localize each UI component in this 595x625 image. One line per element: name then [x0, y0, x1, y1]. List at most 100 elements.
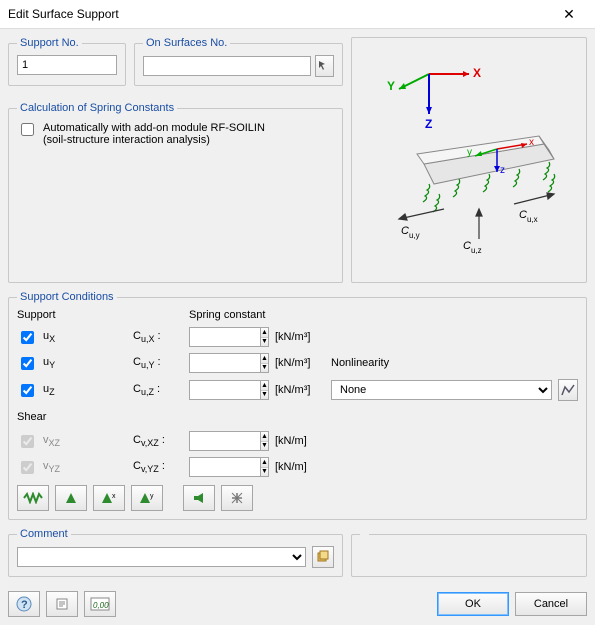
vxz-spin[interactable] [189, 431, 261, 451]
nonlinearity-label: Nonlinearity [331, 357, 578, 369]
nonlinearity-select[interactable]: None [331, 380, 552, 400]
zigzag-icon [23, 492, 43, 504]
rf-soilin-checkbox[interactable] [21, 123, 34, 136]
close-button[interactable]: ✕ [551, 3, 587, 25]
ux-coef: Cu,X : [133, 330, 183, 344]
svg-text:C: C [401, 225, 409, 237]
group-support-no: Support No. [8, 37, 126, 86]
spring-calc-legend: Calculation of Spring Constants [17, 102, 177, 114]
preview-svg: X Y Z [369, 44, 569, 254]
units-button[interactable]: 0,00 [84, 591, 116, 617]
svg-text:x: x [529, 137, 534, 148]
rf-soilin-label: Automatically with add-on module RF-SOIL… [43, 122, 265, 134]
support-preset-1[interactable] [17, 485, 49, 511]
ux-spin[interactable] [189, 327, 261, 347]
triangle-icon [64, 491, 78, 505]
uz-unit: [kN/m³] [275, 384, 325, 396]
vyz-spin[interactable] [189, 457, 261, 477]
ux-row[interactable]: uX [17, 328, 127, 347]
preview-image-group: X Y Z [351, 37, 587, 283]
svg-text:u,y: u,y [409, 231, 420, 240]
support-conditions-legend: Support Conditions [17, 291, 117, 303]
vyz-unit: [kN/m] [275, 461, 325, 473]
uz-coef: Cu,Z : [133, 383, 183, 397]
uz-row[interactable]: uZ [17, 381, 127, 400]
comment-input[interactable] [17, 547, 306, 567]
uy-spin[interactable] [189, 353, 261, 373]
shear-header: Shear [17, 411, 578, 423]
group-on-surfaces: On Surfaces No. [134, 37, 343, 86]
help-icon: ? [16, 596, 32, 612]
support-preset-4[interactable]: y [131, 485, 163, 511]
library-icon [316, 550, 330, 564]
vyz-coef: Cv,YZ : [133, 460, 183, 474]
ux-spinbtns[interactable]: ▲▼ [261, 327, 269, 347]
triangle-x-icon: x [100, 491, 118, 505]
pick-icon [318, 60, 330, 72]
group-comment: Comment [8, 528, 343, 577]
group-support-conditions: Support Conditions Support Spring consta… [8, 291, 587, 520]
vyz-checkbox [21, 461, 34, 474]
support-no-input[interactable] [17, 55, 117, 75]
uy-checkbox[interactable] [21, 357, 34, 370]
uy-row[interactable]: uY [17, 354, 127, 373]
svg-text:X: X [473, 66, 481, 80]
uz-spinbtns[interactable]: ▲▼ [261, 380, 269, 400]
units-icon: 0,00 [90, 597, 110, 611]
spring-header: Spring constant [189, 309, 325, 321]
notes-icon [55, 597, 69, 611]
support-preset-5[interactable] [183, 485, 215, 511]
support-no-legend: Support No. [17, 37, 82, 49]
comment-library-button[interactable] [312, 546, 334, 568]
triangle-y-icon: y [138, 491, 156, 505]
svg-text:Z: Z [425, 117, 432, 131]
pick-surfaces-button[interactable] [315, 55, 334, 77]
group-spring-calc: Calculation of Spring Constants Automati… [8, 102, 343, 283]
svg-text:y: y [150, 493, 154, 500]
svg-text:z: z [500, 165, 505, 176]
svg-text:u,x: u,x [527, 215, 538, 224]
svg-text:y: y [467, 147, 472, 158]
comment-legend: Comment [17, 528, 71, 540]
rf-soilin-checkbox-row[interactable]: Automatically with add-on module RF-SOIL… [17, 122, 334, 146]
uz-spin[interactable] [189, 380, 261, 400]
svg-text:Y: Y [387, 79, 395, 93]
vxz-unit: [kN/m] [275, 435, 325, 447]
on-surfaces-input[interactable] [143, 56, 311, 76]
support-preset-6[interactable] [221, 485, 253, 511]
nonlinearity-edit-icon [561, 383, 575, 397]
help-button[interactable]: ? [8, 591, 40, 617]
support-preset-2[interactable] [55, 485, 87, 511]
speaker-icon [192, 491, 206, 505]
group-empty-right [351, 528, 587, 577]
svg-text:C: C [519, 209, 527, 221]
vxz-row: vXZ [17, 432, 127, 451]
vxz-coef: Cv,XZ : [133, 434, 183, 448]
svg-text:u,z: u,z [471, 246, 482, 254]
support-preset-3[interactable]: x [93, 485, 125, 511]
on-surfaces-legend: On Surfaces No. [143, 37, 230, 49]
vxz-spinbtns[interactable]: ▲▼ [261, 431, 269, 451]
cross-arrows-icon [230, 491, 244, 505]
ux-unit: [kN/m³] [275, 331, 325, 343]
cancel-button[interactable]: Cancel [515, 592, 587, 616]
svg-text:x: x [112, 493, 116, 500]
uz-checkbox[interactable] [21, 384, 34, 397]
ux-checkbox[interactable] [21, 331, 34, 344]
support-header: Support [17, 309, 127, 321]
uy-coef: Cu,Y : [133, 356, 183, 370]
nonlinearity-edit-button[interactable] [558, 379, 578, 401]
support-type-toolbar: x y [17, 485, 578, 511]
svg-text:C: C [463, 240, 471, 252]
notes-button[interactable] [46, 591, 78, 617]
vyz-spinbtns[interactable]: ▲▼ [261, 457, 269, 477]
svg-text:0,00: 0,00 [93, 601, 109, 610]
uy-spinbtns[interactable]: ▲▼ [261, 353, 269, 373]
ok-button[interactable]: OK [437, 592, 509, 616]
window-title: Edit Surface Support [8, 7, 119, 21]
vxz-checkbox [21, 435, 34, 448]
vyz-row: vYZ [17, 458, 127, 477]
rf-soilin-sub: (soil-structure interaction analysis) [43, 134, 210, 146]
uy-unit: [kN/m³] [275, 357, 325, 369]
svg-text:?: ? [21, 599, 28, 611]
